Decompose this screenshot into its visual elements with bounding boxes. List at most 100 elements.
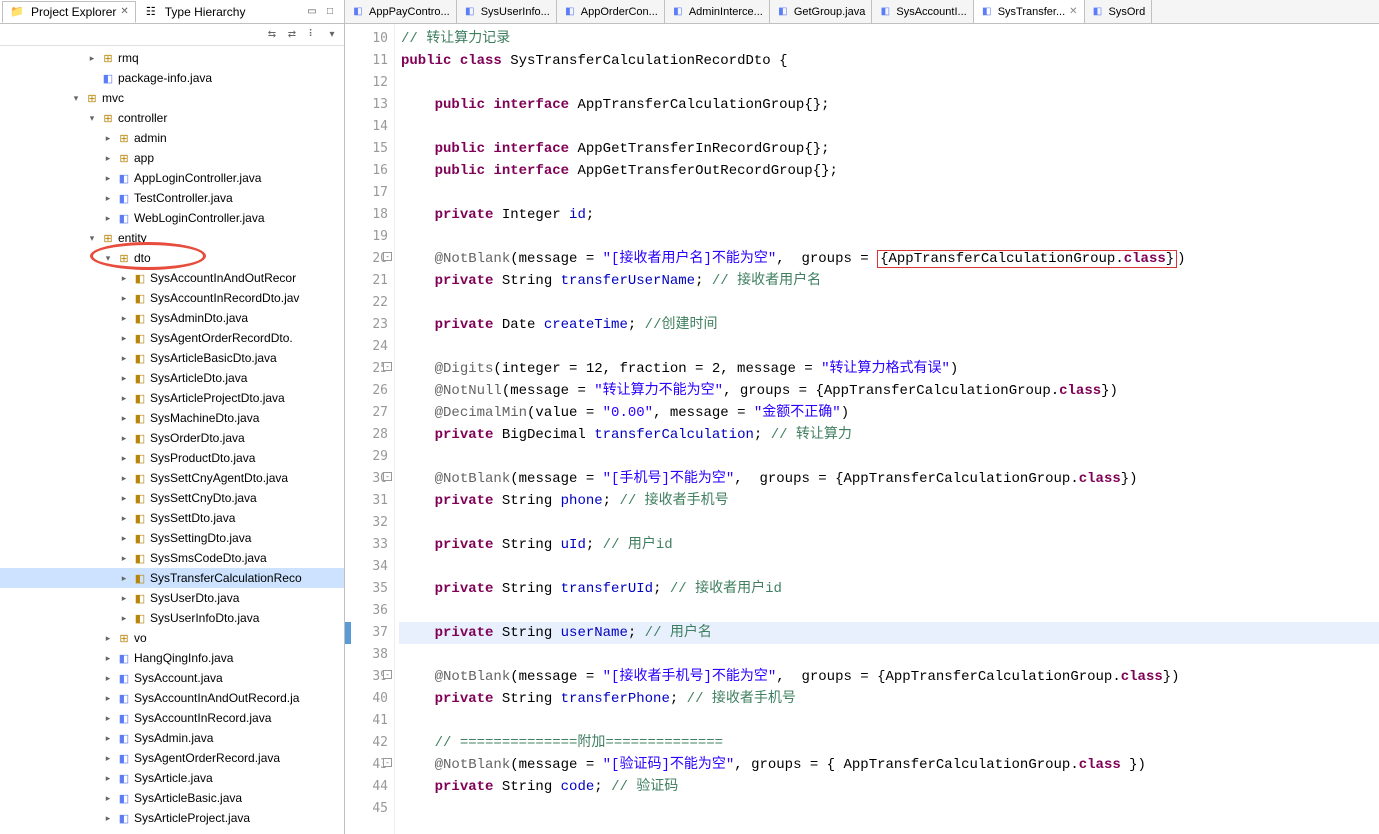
code-line[interactable]	[399, 512, 1379, 534]
tree-item[interactable]: ▸◧SysArticleProject.java	[0, 808, 344, 828]
tree-item[interactable]: ▸◧SysSettingDto.java	[0, 528, 344, 548]
code-line[interactable]	[399, 292, 1379, 314]
chevron-right-icon[interactable]: ▸	[116, 393, 132, 404]
chevron-right-icon[interactable]: ▸	[100, 153, 116, 164]
filter-icon[interactable]: ⠇	[304, 27, 320, 43]
chevron-right-icon[interactable]: ▸	[100, 133, 116, 144]
close-icon[interactable]: ✕	[1069, 6, 1077, 17]
editor-tab[interactable]: ◧AppPayContro...	[345, 0, 457, 23]
chevron-right-icon[interactable]: ▸	[116, 593, 132, 604]
chevron-down-icon[interactable]: ▾	[68, 93, 84, 104]
code-line[interactable]	[399, 798, 1379, 820]
editor-tab[interactable]: ◧AppOrderCon...	[557, 0, 665, 23]
chevron-right-icon[interactable]: ▸	[100, 193, 116, 204]
chevron-down-icon[interactable]: ▾	[84, 113, 100, 124]
code-line[interactable]: public interface AppGetTransferOutRecord…	[399, 160, 1379, 182]
code-line[interactable]: @NotBlank(message = "[接收者手机号]不能为空", grou…	[399, 666, 1379, 688]
fold-toggle-icon[interactable]: -	[383, 362, 392, 371]
chevron-right-icon[interactable]: ▸	[116, 273, 132, 284]
code-line[interactable]	[399, 710, 1379, 732]
tree-item[interactable]: ▸◧WebLoginController.java	[0, 208, 344, 228]
code-line[interactable]: @NotNull(message = "转让算力不能为空", groups = …	[399, 380, 1379, 402]
code-line[interactable]	[399, 72, 1379, 94]
code-line[interactable]	[399, 644, 1379, 666]
editor-tab[interactable]: ◧SysOrd	[1085, 0, 1153, 23]
chevron-right-icon[interactable]: ▸	[100, 773, 116, 784]
chevron-right-icon[interactable]: ▸	[116, 613, 132, 624]
tab-type-hierarchy[interactable]: ☷ Type Hierarchy	[136, 1, 253, 23]
chevron-right-icon[interactable]: ▸	[100, 173, 116, 184]
code-line[interactable]: private String phone; // 接收者手机号	[399, 490, 1379, 512]
tree-item[interactable]: ▸⊞rmq	[0, 48, 344, 68]
tree-item[interactable]: ▸◧SysAgentOrderRecord.java	[0, 748, 344, 768]
code-line[interactable]: // ==============附加==============	[399, 732, 1379, 754]
code-line[interactable]: public interface AppTransferCalculationG…	[399, 94, 1379, 116]
tree-item[interactable]: ▸⊞admin	[0, 128, 344, 148]
tree-item[interactable]: ▸◧SysAdminDto.java	[0, 308, 344, 328]
chevron-right-icon[interactable]: ▸	[116, 293, 132, 304]
tree-item[interactable]: ▸◧AppLoginController.java	[0, 168, 344, 188]
tree-item[interactable]: ▸◧SysSettCnyDto.java	[0, 488, 344, 508]
chevron-right-icon[interactable]: ▸	[100, 733, 116, 744]
tree-item[interactable]: ▸◧SysArticleBasic.java	[0, 788, 344, 808]
code-line[interactable]: private String transferUserName; // 接收者用…	[399, 270, 1379, 292]
maximize-icon[interactable]: □	[322, 4, 338, 20]
chevron-right-icon[interactable]: ▸	[116, 473, 132, 484]
code-line[interactable]: // 转让算力记录	[399, 28, 1379, 50]
tree-item[interactable]: ▸◧SysArticle.java	[0, 768, 344, 788]
tree-item[interactable]: ▸◧SysSettCnyAgentDto.java	[0, 468, 344, 488]
tree-item[interactable]: ▸◧SysTransferCalculationReco	[0, 568, 344, 588]
code-line[interactable]	[399, 336, 1379, 358]
link-editor-icon[interactable]: ⇄	[284, 27, 300, 43]
fold-toggle-icon[interactable]: -	[383, 252, 392, 261]
code-line[interactable]	[399, 182, 1379, 204]
tree-item[interactable]: ▾⊞dto	[0, 248, 344, 268]
tree-item[interactable]: ▸⊞vo	[0, 628, 344, 648]
tree-item[interactable]: ▸◧SysAdmin.java	[0, 728, 344, 748]
editor-tab[interactable]: ◧SysAccountI...	[872, 0, 973, 23]
chevron-right-icon[interactable]: ▸	[100, 633, 116, 644]
chevron-right-icon[interactable]: ▸	[84, 53, 100, 64]
collapse-all-icon[interactable]: ⇆	[264, 27, 280, 43]
chevron-right-icon[interactable]: ▸	[116, 553, 132, 564]
tree-item[interactable]: ▸◧SysSettDto.java	[0, 508, 344, 528]
code-line[interactable]	[399, 446, 1379, 468]
chevron-right-icon[interactable]: ▸	[116, 453, 132, 464]
code-line[interactable]: public class SysTransferCalculationRecor…	[399, 50, 1379, 72]
chevron-right-icon[interactable]: ▸	[100, 213, 116, 224]
tree-item[interactable]: ▸⊞app	[0, 148, 344, 168]
chevron-right-icon[interactable]: ▸	[100, 673, 116, 684]
tree-item[interactable]: ▸◧SysAccount.java	[0, 668, 344, 688]
tree-item[interactable]: ▸◧SysArticleProjectDto.java	[0, 388, 344, 408]
fold-toggle-icon[interactable]: -	[383, 670, 392, 679]
editor-tab[interactable]: ◧SysTransfer...✕	[974, 0, 1085, 24]
tree-item[interactable]: ▸◧SysProductDto.java	[0, 448, 344, 468]
code-line[interactable]	[399, 116, 1379, 138]
tree-item[interactable]: ▸◧SysMachineDto.java	[0, 408, 344, 428]
chevron-right-icon[interactable]: ▸	[116, 513, 132, 524]
chevron-right-icon[interactable]: ▸	[116, 493, 132, 504]
code-line[interactable]: private String transferUId; // 接收者用户id	[399, 578, 1379, 600]
chevron-right-icon[interactable]: ▸	[116, 353, 132, 364]
code-line[interactable]: @DecimalMin(value = "0.00", message = "金…	[399, 402, 1379, 424]
chevron-down-icon[interactable]: ▾	[100, 253, 116, 264]
tree-item[interactable]: ▸◧SysAccountInAndOutRecord.ja	[0, 688, 344, 708]
view-menu-icon[interactable]: ▾	[324, 27, 340, 43]
code-line[interactable]	[399, 556, 1379, 578]
code-line[interactable]: private String code; // 验证码	[399, 776, 1379, 798]
fold-toggle-icon[interactable]: -	[383, 758, 392, 767]
chevron-right-icon[interactable]: ▸	[116, 533, 132, 544]
tree-item[interactable]: ▸◧SysUserDto.java	[0, 588, 344, 608]
project-tree[interactable]: ▸⊞rmq◧package-info.java▾⊞mvc▾⊞controller…	[0, 46, 344, 834]
tree-item[interactable]: ▾⊞entity	[0, 228, 344, 248]
fold-toggle-icon[interactable]: -	[383, 472, 392, 481]
tree-item[interactable]: ▸◧SysArticleBasicDto.java	[0, 348, 344, 368]
close-icon[interactable]: ✕	[120, 6, 128, 17]
code-line[interactable]: private Integer id;	[399, 204, 1379, 226]
tree-item[interactable]: ▸◧SysOrderDto.java	[0, 428, 344, 448]
tree-item[interactable]: ◧package-info.java	[0, 68, 344, 88]
tree-item[interactable]: ▸◧SysUserInfoDto.java	[0, 608, 344, 628]
chevron-down-icon[interactable]: ▾	[84, 233, 100, 244]
code-line[interactable]	[399, 226, 1379, 248]
tree-item[interactable]: ▸◧SysAccountInAndOutRecor	[0, 268, 344, 288]
